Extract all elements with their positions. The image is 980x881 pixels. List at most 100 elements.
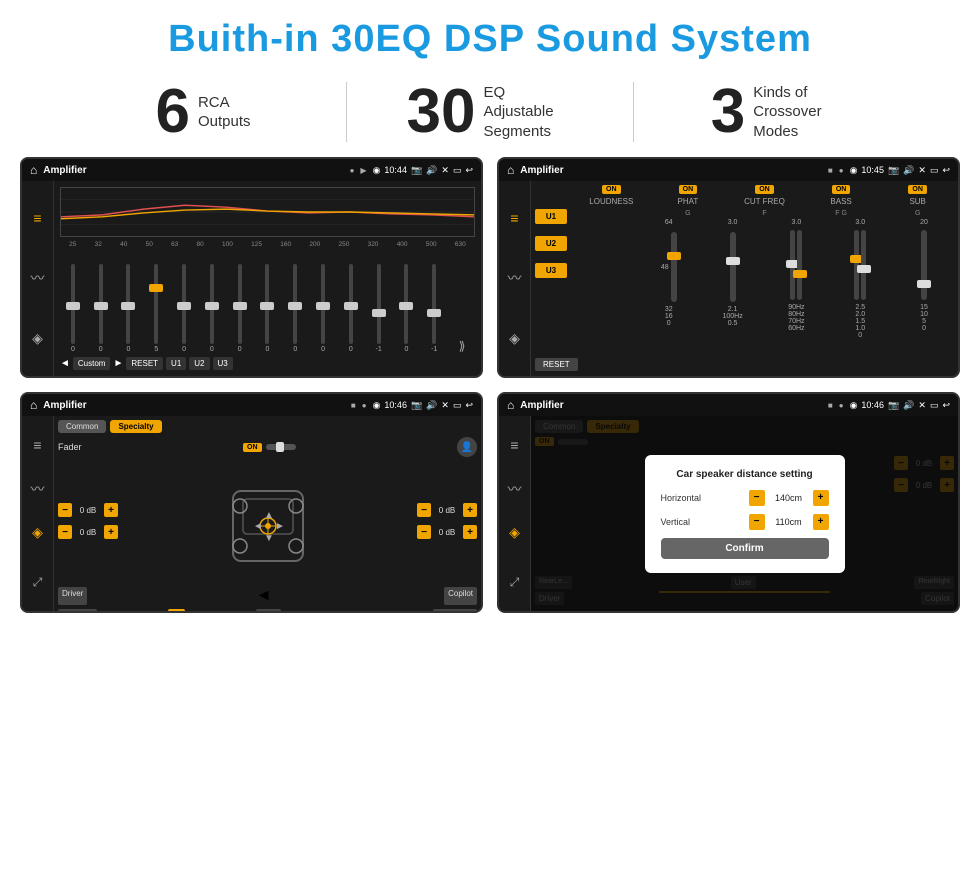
close-icon-2[interactable]: ✕ <box>918 165 926 176</box>
wave-sidebar-icon-2[interactable]: 〰 <box>508 268 522 288</box>
on-badge-loudness[interactable]: ON <box>602 185 621 194</box>
home-icon-4[interactable]: ⌂ <box>507 398 514 412</box>
eq-track-9[interactable] <box>321 264 325 344</box>
eq-thumb-13[interactable] <box>427 309 441 317</box>
eq-sidebar-icon-3[interactable]: ≡ <box>33 437 41 453</box>
preset-u3[interactable]: U3 <box>535 263 567 278</box>
reset-btn-2[interactable]: RESET <box>535 358 578 371</box>
eq-track-0[interactable] <box>71 264 75 344</box>
eq-sidebar-icon-2[interactable]: ≡ <box>510 210 518 226</box>
rl-minus[interactable]: − <box>58 525 72 539</box>
eq-thumb-5[interactable] <box>205 302 219 310</box>
eq-thumb-11[interactable] <box>372 309 386 317</box>
rl-plus[interactable]: + <box>104 525 118 539</box>
home-icon-3[interactable]: ⌂ <box>30 398 37 412</box>
rr-plus[interactable]: + <box>463 525 477 539</box>
on-badge-phat[interactable]: ON <box>679 185 698 194</box>
fader-hslider-thumb[interactable] <box>276 442 284 452</box>
preset-u1[interactable]: U1 <box>535 209 567 224</box>
eq-track-12[interactable] <box>404 264 408 344</box>
dialog-vertical-minus[interactable]: − <box>749 514 765 530</box>
eq-thumb-8[interactable] <box>288 302 302 310</box>
sub-thumb[interactable] <box>917 280 931 288</box>
back-icon-1[interactable]: ↩ <box>465 165 473 176</box>
bass-g-thumb[interactable] <box>857 265 871 273</box>
cutfreq-g-slider[interactable] <box>797 230 802 300</box>
fader-hslider[interactable] <box>266 444 296 450</box>
window-icon-1[interactable]: ▭ <box>453 165 462 176</box>
eq-thumb-4[interactable] <box>177 302 191 310</box>
close-icon-1[interactable]: ✕ <box>441 165 449 176</box>
eq-thumb-1[interactable] <box>94 302 108 310</box>
sub-slider[interactable] <box>921 230 927 300</box>
close-icon-3[interactable]: ✕ <box>441 400 449 411</box>
back-icon-2[interactable]: ↩ <box>942 165 950 176</box>
u1-btn-1[interactable]: U1 <box>166 357 186 370</box>
u3-btn-1[interactable]: U3 <box>213 357 233 370</box>
rearleft-btn-3[interactable]: RearLeft <box>58 609 97 613</box>
dialog-horizontal-plus[interactable]: + <box>813 490 829 506</box>
eq-track-2[interactable] <box>126 264 130 344</box>
prev-icon[interactable]: ◄ <box>60 358 70 369</box>
eq-track-4[interactable] <box>182 264 186 344</box>
eq-thumb-9[interactable] <box>316 302 330 310</box>
confirm-button[interactable]: Confirm <box>661 538 829 559</box>
eq-sidebar-icon-4[interactable]: ≡ <box>510 437 518 453</box>
loudness-slider[interactable] <box>671 232 677 302</box>
phat-thumb[interactable] <box>726 257 740 265</box>
eq-sidebar-icon[interactable]: ≡ <box>33 210 41 226</box>
fader-on-badge-3[interactable]: ON <box>243 443 262 452</box>
eq-thumb-10[interactable] <box>344 302 358 310</box>
wave-sidebar-icon[interactable]: 〰 <box>31 268 45 288</box>
eq-thumb-7[interactable] <box>260 302 274 310</box>
rearright-btn-3[interactable]: RearRight <box>433 609 477 613</box>
all-btn-3[interactable]: All <box>168 609 185 613</box>
preset-u2[interactable]: U2 <box>535 236 567 251</box>
eq-thumb-2[interactable] <box>121 302 135 310</box>
phat-slider[interactable] <box>730 232 736 302</box>
eq-track-3[interactable] <box>154 264 158 344</box>
window-icon-2[interactable]: ▭ <box>930 165 939 176</box>
loudness-thumb[interactable] <box>667 252 681 260</box>
next-icon[interactable]: ► <box>113 358 123 369</box>
eq-track-1[interactable] <box>99 264 103 344</box>
eq-track-13[interactable] <box>432 264 436 344</box>
rr-minus[interactable]: − <box>417 525 431 539</box>
speaker-sidebar-icon-3[interactable]: ◈ <box>32 524 43 541</box>
dialog-horizontal-minus[interactable]: − <box>749 490 765 506</box>
eq-thumb-3[interactable] <box>149 284 163 292</box>
eq-track-5[interactable] <box>210 264 214 344</box>
eq-track-8[interactable] <box>293 264 297 344</box>
back-icon-3[interactable]: ↩ <box>465 400 473 411</box>
driver-btn-3[interactable]: Driver <box>58 587 87 605</box>
eq-track-6[interactable] <box>238 264 242 344</box>
window-icon-4[interactable]: ▭ <box>930 400 939 411</box>
home-icon-2[interactable]: ⌂ <box>507 163 514 177</box>
arrow-left-3[interactable]: ◄ <box>256 587 276 605</box>
on-badge-sub[interactable]: ON <box>908 185 927 194</box>
tab-common-3[interactable]: Common <box>58 420 106 433</box>
tab-specialty-3[interactable]: Specialty <box>110 420 161 433</box>
speaker-sidebar-icon-4[interactable]: ◈ <box>509 524 520 541</box>
close-icon-4[interactable]: ✕ <box>918 400 926 411</box>
on-badge-bass[interactable]: ON <box>832 185 851 194</box>
fl-minus[interactable]: − <box>58 503 72 517</box>
settings-icon-3[interactable]: 👤 <box>457 437 477 457</box>
wave-sidebar-icon-4[interactable]: 〰 <box>508 479 522 499</box>
user-btn-3[interactable]: User <box>256 609 281 613</box>
speaker-sidebar-icon-2[interactable]: ◈ <box>509 330 520 347</box>
speaker-sidebar-icon[interactable]: ◈ <box>32 330 43 347</box>
dialog-vertical-plus[interactable]: + <box>813 514 829 530</box>
fr-minus[interactable]: − <box>417 503 431 517</box>
expand-icon[interactable]: ⟫ <box>459 339 466 353</box>
cutfreq-f-slider[interactable] <box>790 230 795 300</box>
eq-thumb-6[interactable] <box>233 302 247 310</box>
fl-plus[interactable]: + <box>104 503 118 517</box>
fr-plus[interactable]: + <box>463 503 477 517</box>
expand-icon-3[interactable]: ⤢ <box>33 575 43 590</box>
cutfreq-g-thumb[interactable] <box>793 270 807 278</box>
eq-thumb-12[interactable] <box>399 302 413 310</box>
arrow-down-3[interactable]: ▼ <box>352 609 362 613</box>
reset-btn-1[interactable]: RESET <box>126 357 163 370</box>
copilot-btn-3[interactable]: Copilot <box>444 587 477 605</box>
